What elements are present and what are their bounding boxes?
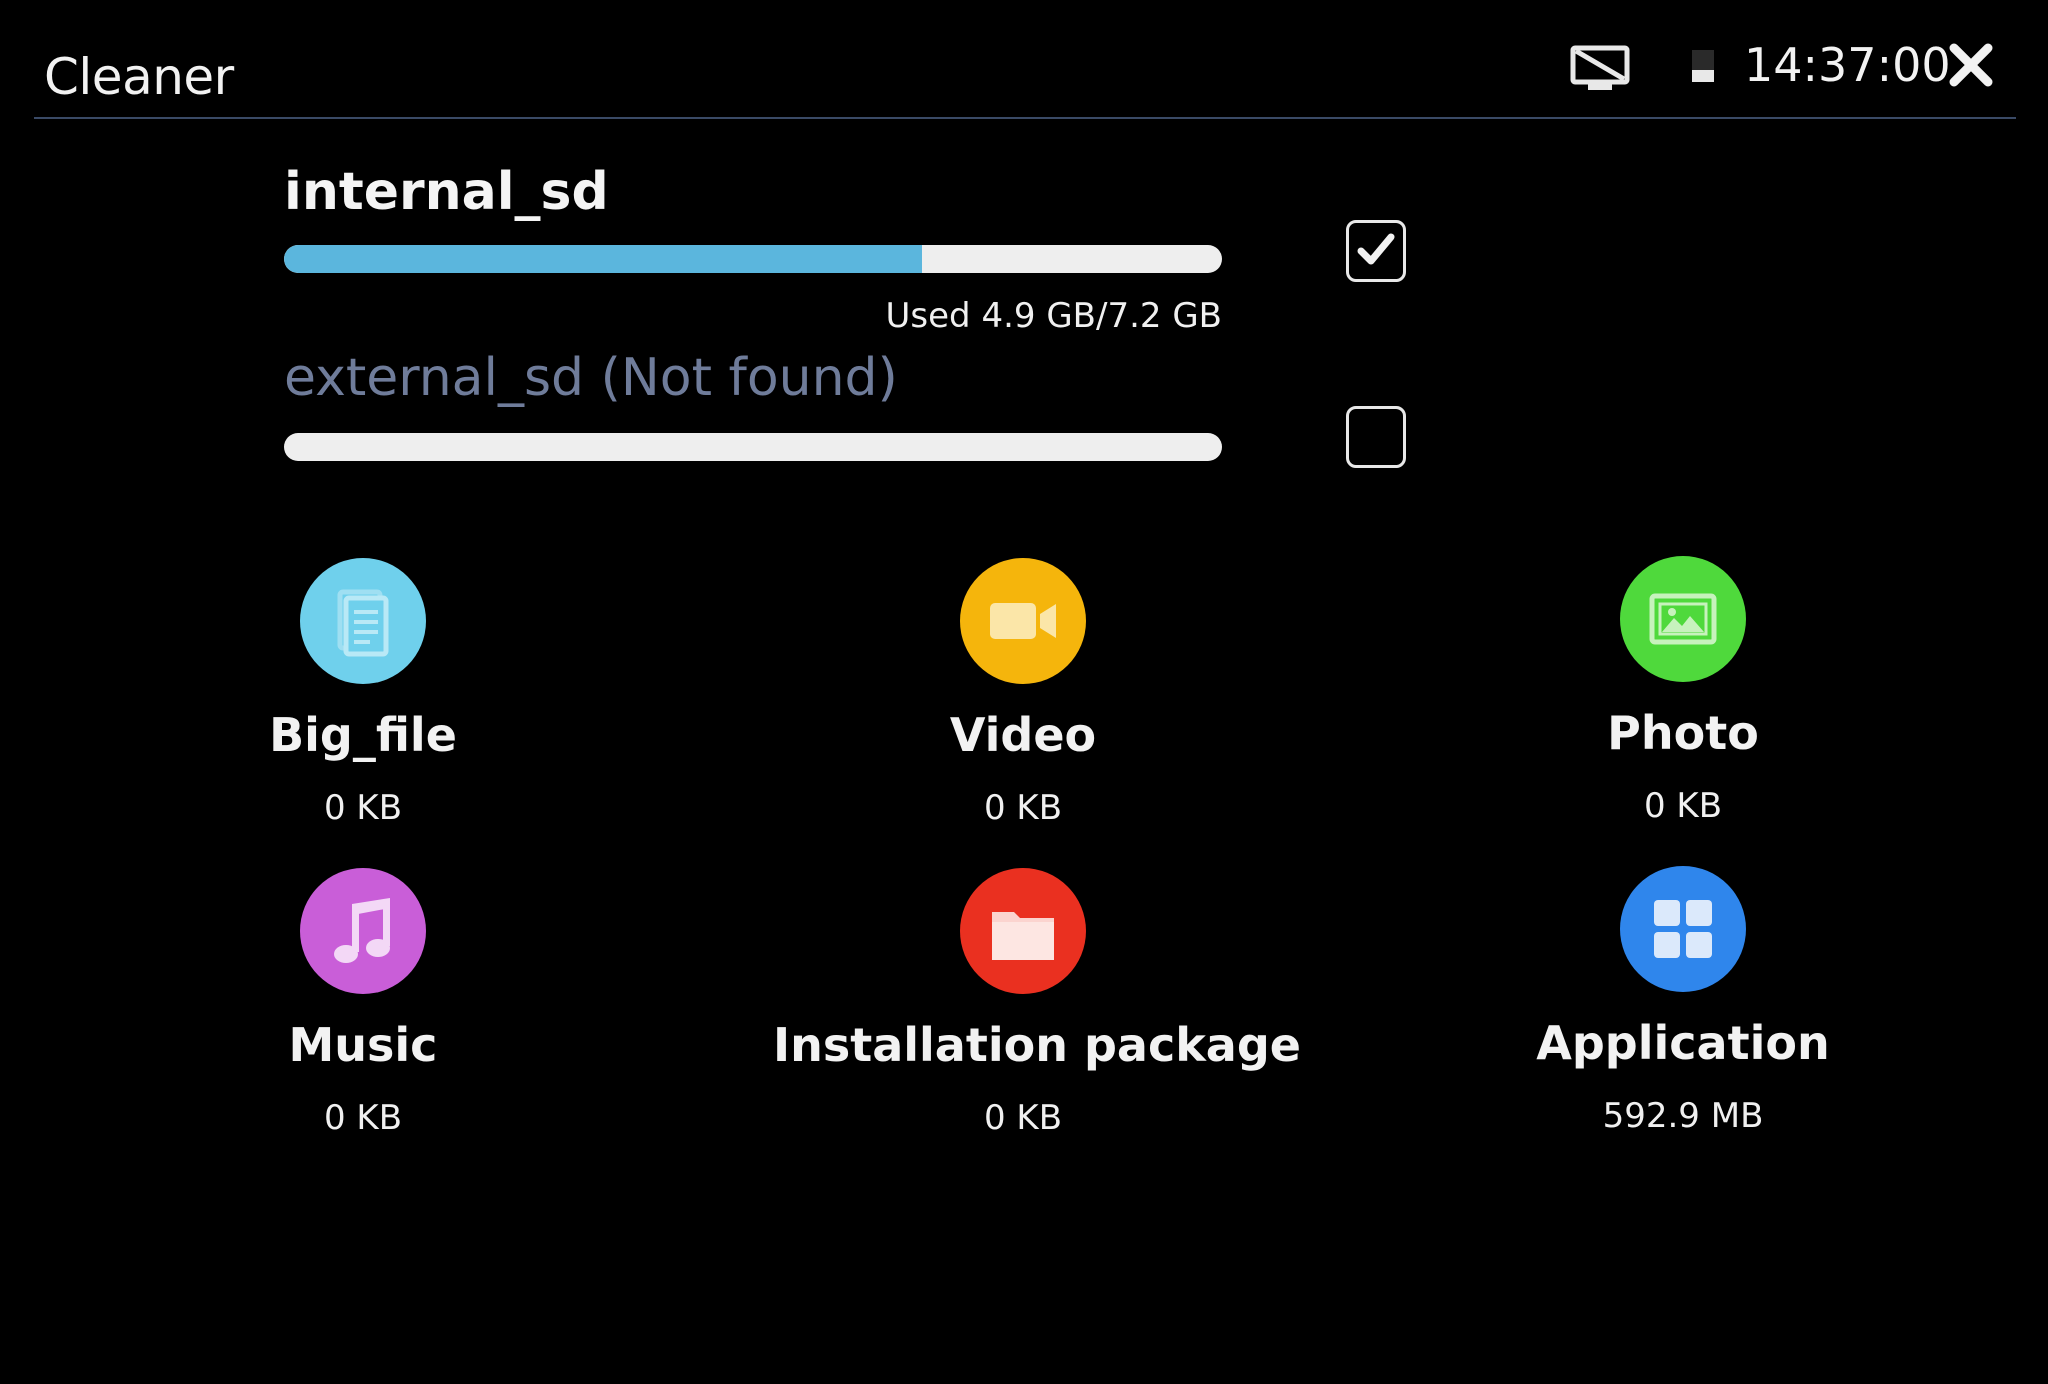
category-icon-circle	[960, 868, 1086, 994]
category-size: 0 KB	[983, 788, 1063, 828]
category-big-file[interactable]: Big_file 0 KB	[113, 558, 613, 828]
category-photo[interactable]: Photo 0 KB	[1433, 556, 1933, 826]
category-label: Photo	[1607, 706, 1759, 760]
category-icon-circle	[1620, 866, 1746, 992]
category-application[interactable]: Application 592.9 MB	[1433, 866, 1933, 1136]
status-clock: 14:37:00	[1744, 38, 1951, 92]
category-music[interactable]: Music 0 KB	[113, 868, 613, 1138]
internal-storage-usage-bar	[284, 245, 1222, 273]
category-installation-package[interactable]: Installation package 0 KB	[773, 868, 1301, 1138]
category-label: Installation package	[773, 1018, 1301, 1072]
video-camera-icon	[990, 603, 1056, 639]
category-size: 0 KB	[1643, 786, 1723, 826]
category-size: 0 KB	[983, 1098, 1063, 1138]
apps-grid-icon	[1654, 900, 1712, 958]
category-label: Video	[949, 708, 1097, 762]
category-icon-circle	[300, 558, 426, 684]
cleaner-screen: Cleaner 14:37:00 internal_sd Used 4.9 GB…	[0, 0, 2048, 1384]
document-icon	[337, 589, 389, 657]
internal-storage-usage-fill	[284, 245, 922, 273]
folder-icon	[992, 912, 1054, 960]
music-note-icon	[334, 898, 390, 963]
external-storage-usage-bar	[284, 433, 1222, 461]
category-icon-circle	[960, 558, 1086, 684]
category-icon-circle	[300, 868, 426, 994]
battery-icon	[1692, 50, 1714, 82]
header-divider	[34, 117, 2016, 119]
page-title: Cleaner	[44, 48, 234, 106]
image-icon	[1649, 593, 1717, 645]
category-label: Big_file	[269, 708, 457, 762]
internal-storage-checkbox[interactable]	[1346, 220, 1406, 282]
screen-cast-off-icon[interactable]	[1570, 44, 1630, 92]
category-label: Application	[1536, 1016, 1830, 1070]
category-size: 0 KB	[323, 788, 403, 828]
category-icon-circle	[1620, 556, 1746, 682]
external-storage-name: external_sd (Not found)	[284, 348, 898, 408]
internal-storage-used-text: Used 4.9 GB/7.2 GB	[885, 296, 1222, 336]
category-size: 0 KB	[323, 1098, 403, 1138]
internal-storage-name: internal_sd	[284, 162, 609, 222]
close-icon[interactable]	[1948, 42, 1994, 88]
external-storage-checkbox[interactable]	[1346, 406, 1406, 468]
checkmark-icon	[1357, 233, 1395, 265]
category-video[interactable]: Video 0 KB	[773, 558, 1273, 828]
category-label: Music	[288, 1018, 438, 1072]
category-size: 592.9 MB	[1602, 1096, 1764, 1136]
